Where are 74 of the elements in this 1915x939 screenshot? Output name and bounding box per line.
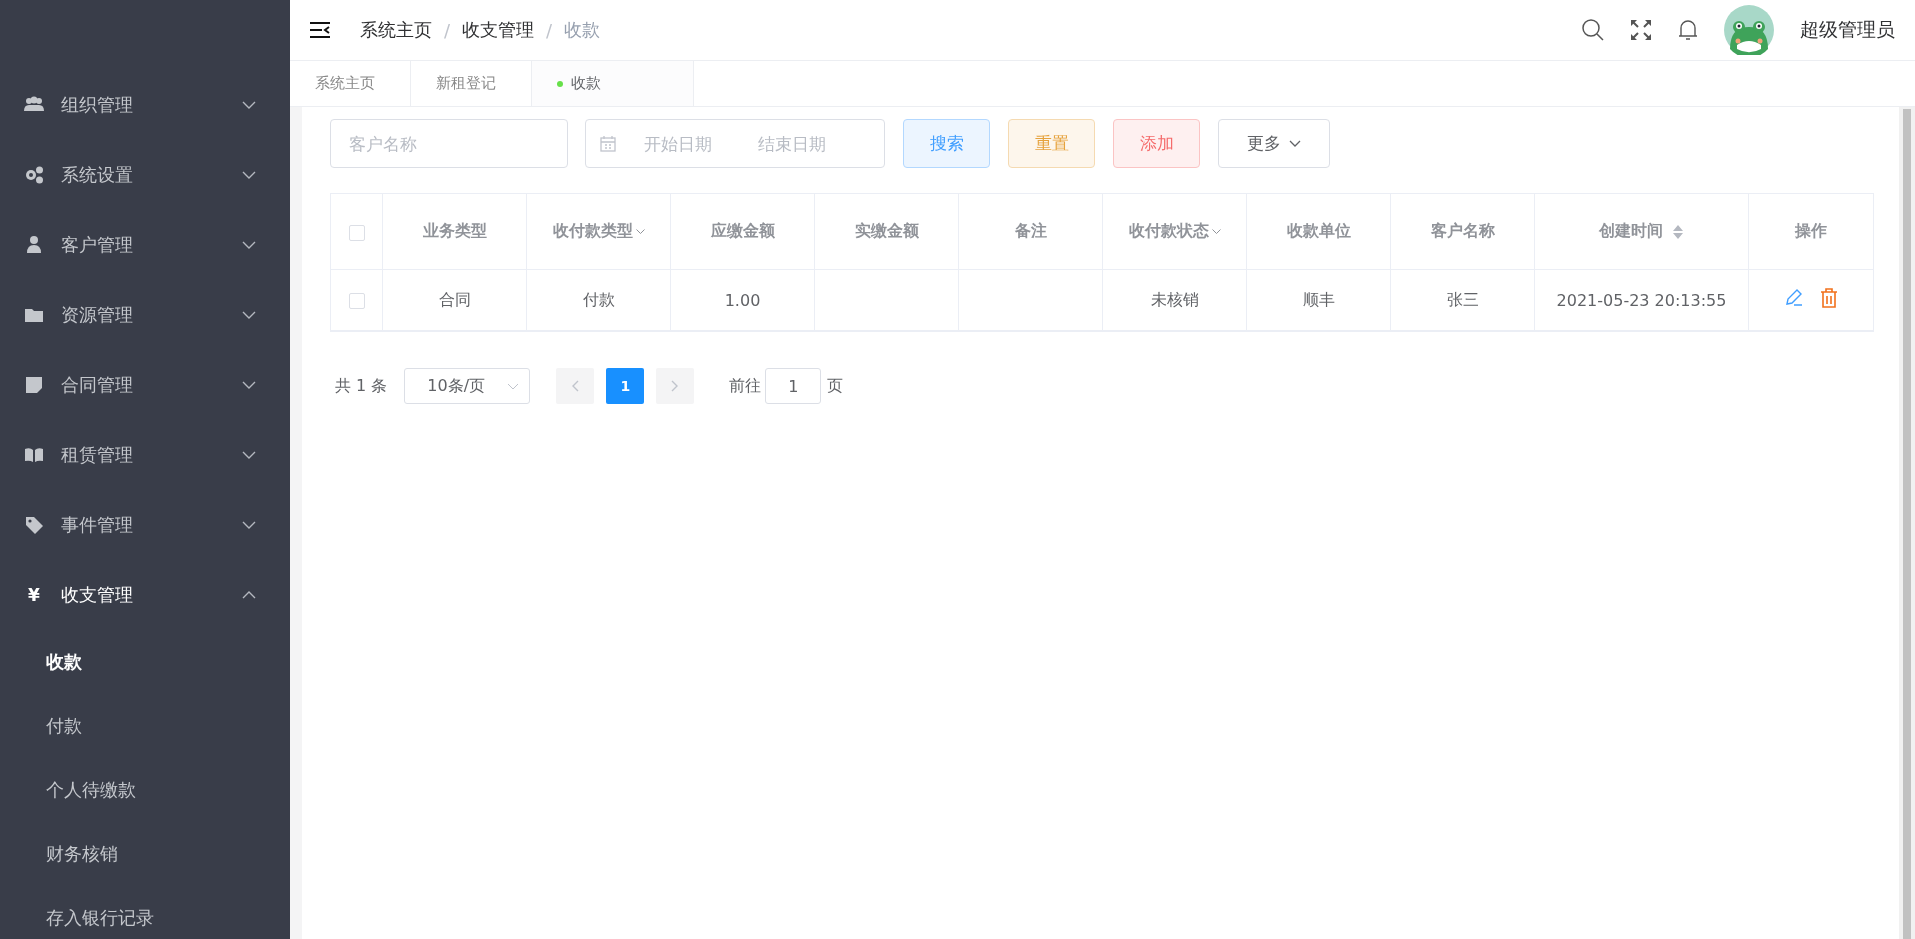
- column-header: 实缴金额: [854, 221, 919, 242]
- sidebar-menu-item[interactable]: 客户管理: [0, 210, 290, 280]
- pencil-icon[interactable]: [1784, 288, 1804, 308]
- chevron-left-icon: [571, 380, 580, 392]
- chevron-down-icon: [242, 381, 256, 389]
- sidebar-submenu-item[interactable]: 付款: [0, 694, 290, 758]
- chevron-down-icon: [242, 101, 256, 109]
- sidebar-menu-item[interactable]: 组织管理: [0, 70, 290, 140]
- page-tab[interactable]: 系统主页: [290, 61, 411, 106]
- goto-page-field[interactable]: 1: [765, 368, 822, 404]
- table-cell: 1.00: [724, 290, 761, 310]
- breadcrumb-item[interactable]: 收支管理: [462, 18, 535, 42]
- note-icon: [24, 375, 44, 395]
- column-header: 应缴金额: [710, 221, 775, 242]
- select-all-checkbox[interactable]: [348, 224, 365, 241]
- table-cell: 付款: [582, 289, 615, 309]
- goto-label: 前往: [729, 375, 762, 397]
- goto-suffix: 页: [827, 375, 844, 397]
- chevron-down-icon: [242, 451, 256, 459]
- caret-icon: [1289, 140, 1301, 147]
- sidebar-menu-item[interactable]: 租赁管理: [0, 420, 290, 490]
- calendar-icon: [600, 135, 616, 152]
- date-range-field[interactable]: 开始日期 结束日期: [585, 119, 885, 168]
- sidebar-menu-item[interactable]: 事件管理: [0, 490, 290, 560]
- person-icon: [24, 235, 44, 255]
- sidebar-submenu-item[interactable]: 财务核销: [0, 822, 290, 886]
- column-header: 备注: [1014, 221, 1047, 242]
- open-book-icon: [24, 445, 44, 465]
- breadcrumb-separator: /: [444, 19, 451, 41]
- scrollbar[interactable]: [1899, 107, 1915, 939]
- filter-caret-icon[interactable]: [1211, 228, 1221, 235]
- page-size-select[interactable]: 10条/页: [404, 368, 531, 404]
- more-dropdown-button[interactable]: 更多: [1218, 119, 1330, 168]
- sidebar-submenu-item[interactable]: 收款: [0, 630, 290, 694]
- sidebar-menu-item[interactable]: ¥ 收支管理: [0, 560, 290, 630]
- gears-icon: [24, 165, 44, 185]
- column-header: 收款单位: [1286, 221, 1351, 242]
- fullscreen-icon[interactable]: [1630, 19, 1652, 41]
- tag-icon: [24, 515, 44, 535]
- column-header: 客户名称: [1430, 221, 1495, 242]
- user-name[interactable]: 超级管理员: [1800, 17, 1895, 43]
- sidebar-menu-item[interactable]: 系统设置: [0, 140, 290, 210]
- breadcrumb-separator: /: [546, 19, 553, 41]
- column-header: 操作: [1795, 221, 1827, 242]
- trash-icon[interactable]: [1820, 288, 1838, 308]
- chevron-down-icon: [242, 521, 256, 529]
- breadcrumb-item[interactable]: 系统主页: [360, 18, 432, 42]
- chevron-up-icon: [242, 591, 256, 599]
- table-cell: 2021-05-23 20:13:55: [1556, 290, 1727, 310]
- row-checkbox[interactable]: [348, 293, 365, 309]
- chevron-down-icon: [242, 241, 256, 249]
- table-cell: 合同: [438, 289, 471, 309]
- sidebar-submenu-item[interactable]: 存入银行记录: [0, 886, 290, 939]
- chevron-down-icon: [507, 382, 520, 390]
- bell-icon[interactable]: [1678, 19, 1698, 41]
- sort-icon[interactable]: [1672, 223, 1684, 240]
- filter-caret-icon[interactable]: [635, 228, 645, 235]
- sidebar-submenu-item[interactable]: 个人待缴款: [0, 758, 290, 822]
- table-cell: 张三: [1446, 289, 1479, 309]
- menu-collapse-icon[interactable]: [310, 22, 330, 38]
- table-cell: 顺丰: [1302, 289, 1335, 309]
- chevron-down-icon: [242, 311, 256, 319]
- total-count: 共 1 条: [335, 375, 388, 397]
- table-cell: 未核销: [1150, 289, 1199, 309]
- breadcrumb-item: 收款: [564, 18, 601, 42]
- chevron-right-icon: [671, 380, 680, 392]
- yen-icon: ¥: [24, 585, 44, 605]
- sidebar-menu-item[interactable]: 合同管理: [0, 350, 290, 420]
- sidebar-menu-item[interactable]: 资源管理: [0, 280, 290, 350]
- search-icon[interactable]: [1582, 19, 1604, 41]
- chevron-down-icon: [242, 171, 256, 179]
- frog-avatar-icon[interactable]: [1724, 5, 1774, 55]
- column-header: 业务类型: [422, 221, 487, 242]
- customer-name-field[interactable]: 客户名称: [330, 119, 568, 168]
